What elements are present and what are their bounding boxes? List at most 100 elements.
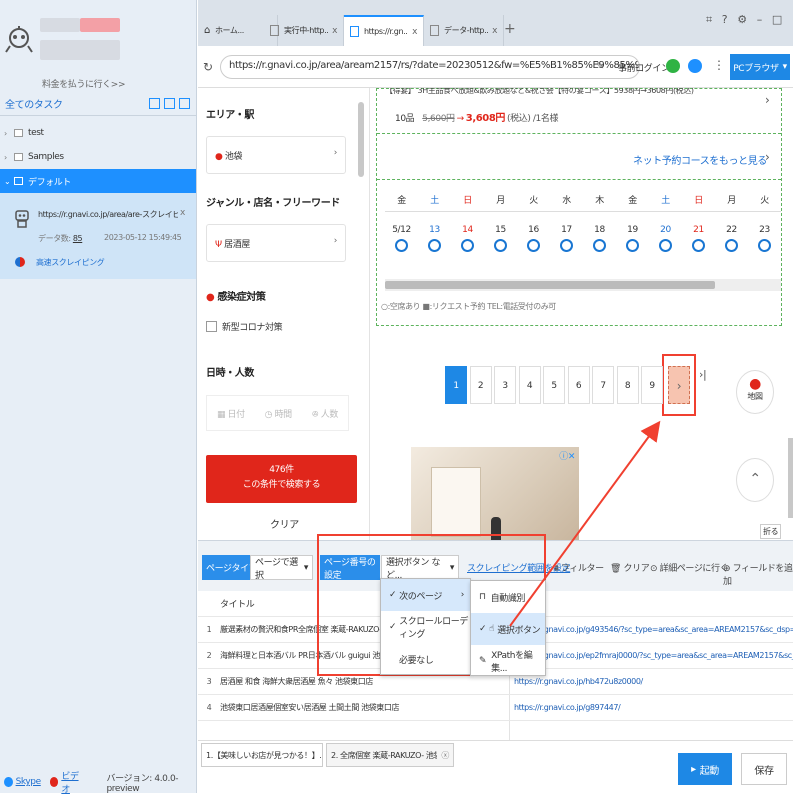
next-page-button[interactable]: › — [668, 366, 690, 404]
tab-data[interactable]: データ-http... x — [424, 15, 504, 46]
close-icon[interactable]: ⓧ — [441, 750, 449, 760]
help-icon[interactable]: ? — [722, 13, 728, 27]
date-cell[interactable]: 14 — [451, 225, 484, 252]
date-cell[interactable]: 13 — [418, 225, 451, 252]
fold-button[interactable]: 折る — [760, 524, 782, 539]
calendar-scrollbar[interactable] — [385, 279, 781, 291]
more-courses-link[interactable]: ネット予約コースをもっと見る — [633, 152, 767, 167]
page-button[interactable]: 6 — [567, 366, 590, 404]
close-icon[interactable]: x — [492, 26, 497, 36]
edit-url-icon[interactable]: ✎ — [596, 61, 604, 72]
page-scrollbar[interactable] — [788, 438, 793, 518]
settings-icon[interactable]: ⚙ — [737, 13, 747, 27]
date-row: 5/12 13 14 15 16 17 18 19 20 21 22 23 — [385, 225, 781, 252]
course-title[interactable]: 【得宴】 3H主品食べ放題&飲み放題など&祝さ会【特の宴コース】5938円→36… — [385, 88, 755, 96]
shield-icon[interactable] — [666, 59, 680, 73]
menu-scroll-loading[interactable]: ✓ スクロールローディング — [381, 611, 470, 643]
chevron-right-icon[interactable]: › — [765, 93, 770, 107]
page-button[interactable]: 1 — [445, 366, 467, 404]
all-tasks-label[interactable]: 全てのタスク — [5, 96, 63, 111]
clear-button[interactable]: クリア — [270, 516, 299, 531]
filter-button[interactable]: ⩩ フィルター — [554, 561, 604, 574]
row-link[interactable]: https://r.gnavi.co.jp/g493546/?sc_type=a… — [510, 625, 793, 634]
row-link[interactable]: https://r.gnavi.co.jp/hb472u8z0000/ — [510, 677, 793, 686]
maximize-icon[interactable]: □ — [772, 13, 782, 27]
date-cell[interactable]: 20 — [649, 225, 682, 252]
time-field[interactable]: ◷ 時間 — [265, 407, 293, 420]
checkbox[interactable] — [206, 321, 217, 332]
pay-link[interactable]: 料金を払うに行く>> — [42, 77, 125, 90]
bitcoin-icon[interactable] — [688, 59, 702, 73]
menu-auto-detect[interactable]: ⊓ 自動識別 — [471, 581, 545, 613]
chevron-right-icon[interactable]: › — [765, 150, 770, 164]
add-field-button[interactable]: ⊕ フィールドを追加 — [723, 561, 793, 587]
page-button[interactable]: 2 — [469, 366, 492, 404]
minimize-icon[interactable]: – — [757, 13, 763, 27]
last-page-button[interactable]: ›| — [699, 368, 707, 381]
date-cell[interactable]: 5/12 — [385, 225, 418, 252]
video-link[interactable]: ビデオ — [61, 769, 83, 795]
row-link[interactable]: https://r.gnavi.co.jp/ep2fmraj0000/?sc_t… — [510, 651, 793, 660]
date-time-row[interactable]: ▦ 日付 ◷ 時間 ꔮ 人数 — [206, 395, 349, 431]
scroll-top-button[interactable]: ⌃ — [736, 458, 774, 502]
covid-option[interactable]: 新型コロナ対策 — [206, 320, 283, 333]
close-icon[interactable]: x — [412, 27, 417, 37]
import-icon[interactable] — [149, 98, 160, 109]
search-button[interactable]: 476件 この条件で検索する — [206, 455, 357, 503]
page-button[interactable]: 3 — [494, 366, 516, 404]
ad-image[interactable]: ⓘ✕ — [411, 447, 579, 540]
date-cell[interactable]: 18 — [583, 225, 616, 252]
tab-gnavi[interactable]: https://r.gn... x — [344, 15, 424, 46]
pre-login-button[interactable]: 事前ログイン — [618, 61, 670, 74]
page-type-select[interactable]: ページで選択 ▾ — [250, 555, 313, 581]
page-button[interactable]: 5 — [543, 366, 565, 404]
date-cell[interactable]: 19 — [616, 225, 649, 252]
tab-running[interactable]: 実行中-http... x — [264, 15, 344, 46]
menu-edit-xpath[interactable]: ✎ XPathを編集... — [471, 645, 545, 677]
page-button[interactable]: 9 — [641, 366, 663, 404]
step-tab-1[interactable]: 1.【美味しいお店が見つかる！】... — [201, 743, 323, 767]
date-field[interactable]: ▦ 日付 — [217, 407, 245, 420]
start-button[interactable]: ▸ 起動 — [678, 753, 732, 785]
task-card[interactable]: https://r.gnavi.co.jp/area/are-スクレイピン...… — [0, 193, 196, 279]
date-cell[interactable]: 16 — [517, 225, 550, 252]
close-icon[interactable]: x — [332, 26, 337, 36]
gift-icon[interactable]: ⌗ — [706, 13, 712, 27]
row-link[interactable]: https://r.gnavi.co.jp/g897447/ — [510, 703, 793, 712]
page-button[interactable]: 8 — [616, 366, 639, 404]
step-tab-2[interactable]: 2. 全席個室 楽蔵-RAKUZO- 池袋... ⓧ — [326, 743, 454, 767]
table-row[interactable]: 4 池袋東口居酒屋個室安い居酒屋 土間土間 池袋東口店 https://r.gnav… — [198, 695, 793, 721]
row-title[interactable]: 居酒屋 和食 海鮮大衆居酒屋 魚々 池袋東口店 — [220, 676, 510, 687]
export-icon[interactable] — [179, 98, 190, 109]
add-task-icon[interactable] — [164, 98, 175, 109]
task-close-icon[interactable]: x — [180, 208, 185, 218]
map-button[interactable]: ● 地図 — [736, 370, 774, 414]
area-select[interactable]: ● 池袋 › — [206, 136, 346, 174]
more-menu-icon[interactable]: ⋮ — [713, 58, 725, 72]
date-cell[interactable]: 22 — [715, 225, 748, 252]
new-tab-icon[interactable]: + — [504, 21, 516, 37]
date-cell[interactable]: 15 — [484, 225, 517, 252]
folder-default[interactable]: ⌄ デフォルト — [0, 169, 196, 193]
date-cell[interactable]: 17 — [550, 225, 583, 252]
date-cell[interactable]: 21 — [682, 225, 715, 252]
date-cell[interactable]: 23 — [748, 225, 781, 252]
row-title[interactable]: 池袋東口居酒屋個室安い居酒屋 土間土間 池袋東口店 — [220, 702, 510, 713]
clear-button[interactable]: 🗑 クリア — [610, 561, 650, 574]
genre-select[interactable]: Ψ 居酒屋 › — [206, 224, 346, 262]
menu-not-needed[interactable]: 必要なし — [381, 643, 470, 675]
reload-icon[interactable]: ↻ — [203, 60, 213, 74]
folder-samples[interactable]: › Samples — [0, 145, 196, 169]
save-button[interactable]: 保存 — [741, 753, 787, 785]
menu-select-button[interactable]: ✓ ☝ 選択ボタン — [471, 613, 545, 645]
skype-link[interactable]: Skype — [16, 777, 42, 787]
filter-scrollbar[interactable] — [358, 102, 364, 177]
folder-test[interactable]: › test — [0, 121, 196, 145]
browser-mode-select[interactable]: PCブラウザ ▾ — [730, 54, 790, 80]
menu-next-page[interactable]: ✓ 次のページ › — [381, 579, 470, 611]
url-input[interactable]: https://r.gnavi.co.jp/area/aream2157/rs/… — [220, 55, 640, 79]
detail-page-button[interactable]: ⊙ 詳細ページに行く — [650, 561, 729, 574]
people-field[interactable]: ꔮ 人数 — [312, 407, 339, 420]
page-button[interactable]: 4 — [518, 366, 541, 404]
page-button[interactable]: 7 — [592, 366, 614, 404]
